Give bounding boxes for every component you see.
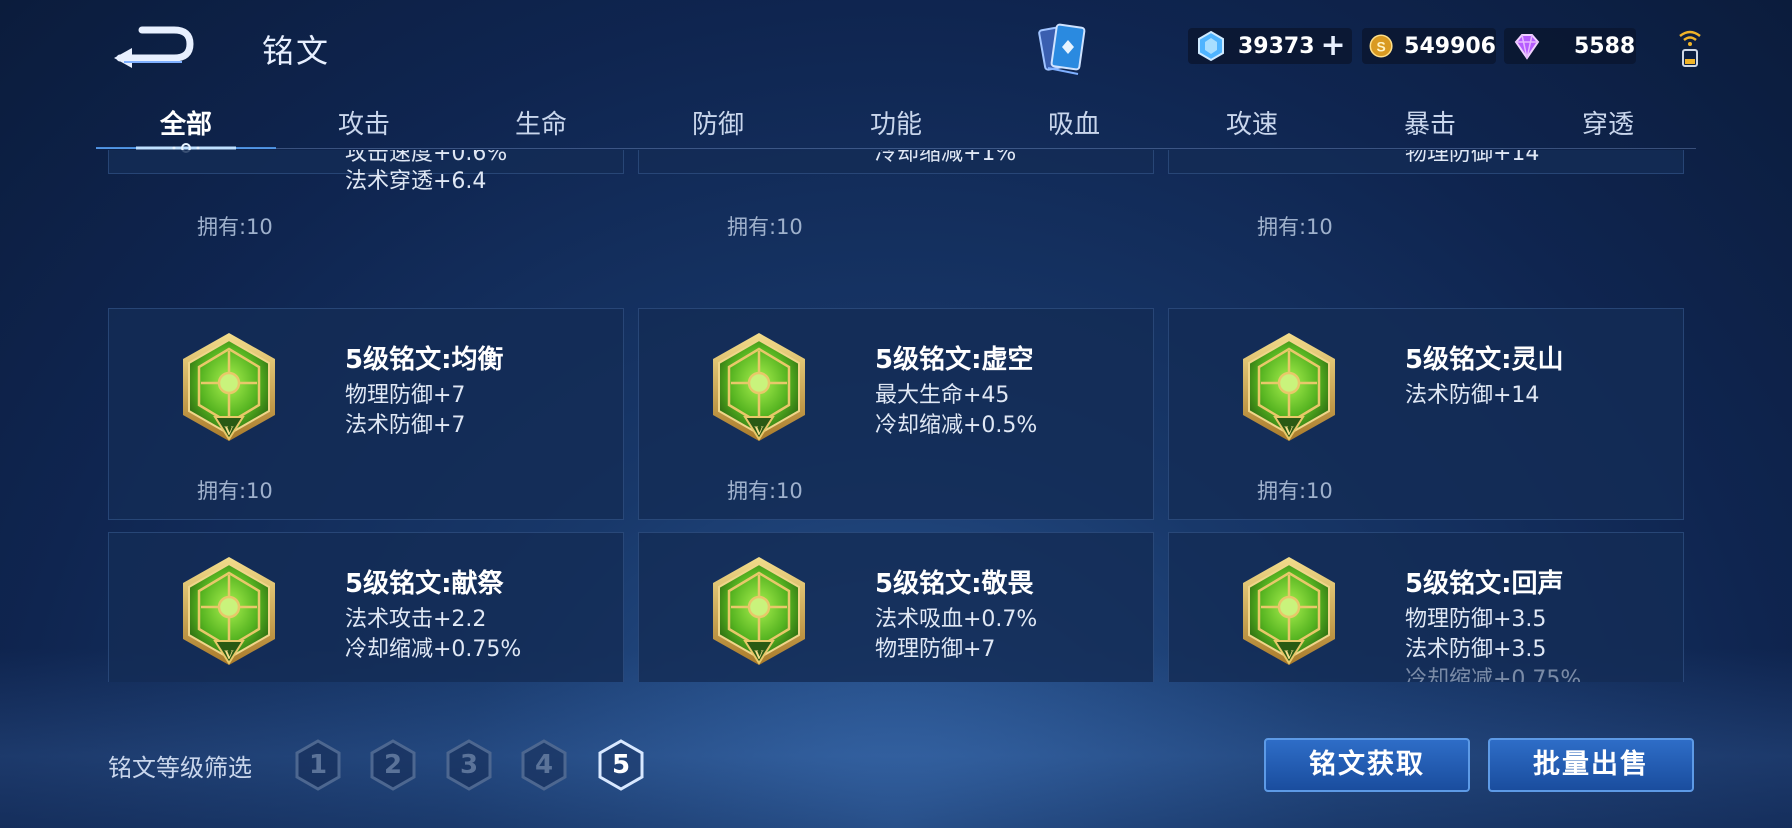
diamond-value: 5588: [1574, 33, 1636, 59]
level-filter-label: 铭文等级筛选: [108, 754, 252, 782]
inscription-card[interactable]: 物理防御+14 拥有:10: [1168, 150, 1684, 239]
level-label: 1: [308, 750, 328, 780]
svg-text:S: S: [1376, 38, 1385, 54]
inscription-card[interactable]: 5级铭文:均衡 物理防御+7 法术防御+7 拥有:10: [108, 308, 624, 520]
gold-counter: S 549906: [1362, 28, 1496, 64]
inscription-stat: 冷却缩减+1%: [875, 150, 1017, 166]
gold-value: 549906: [1404, 33, 1496, 59]
tab-health[interactable]: 生命: [481, 104, 601, 141]
inscription-card[interactable]: 冷却缩减+1% 拥有:10: [638, 150, 1154, 239]
inscription-badge-icon: [181, 555, 277, 667]
inscription-name: 5级铭文:敬畏: [875, 569, 1034, 599]
crystal-counter: 39373 +: [1188, 28, 1352, 64]
diamond-counter: 5588: [1504, 28, 1636, 64]
inscription-card[interactable]: 5级铭文:献祭 法术攻击+2.2 冷却缩减+0.75%: [108, 532, 624, 682]
inscription-stat: 法术防御+7: [345, 413, 466, 438]
inscription-name: 5级铭文:均衡: [345, 345, 504, 375]
inscription-badge-icon: [711, 555, 807, 667]
level-filter-5[interactable]: 5: [594, 738, 648, 792]
page-title: 铭文: [262, 32, 331, 70]
level-label: 5: [611, 750, 631, 780]
inscription-badge-icon: [1241, 555, 1337, 667]
top-bar: 铭文 39373 + S 549906 5588: [0, 0, 1792, 92]
inscription-acquire-button[interactable]: 铭文获取: [1264, 738, 1470, 792]
level-label: 3: [459, 750, 479, 780]
owned-count: 拥有:10: [197, 479, 273, 503]
level-filter-3[interactable]: 3: [442, 738, 496, 792]
inscription-stat: 冷却缩减+0.75%: [345, 637, 522, 662]
level-filter-2[interactable]: 2: [366, 738, 420, 792]
inscription-badge-icon: [711, 331, 807, 443]
inscription-pack-icon[interactable]: [1034, 20, 1092, 78]
tab-defense[interactable]: 防御: [658, 104, 778, 141]
gold-coin-icon: S: [1369, 34, 1393, 58]
inscription-badge-icon: [181, 331, 277, 443]
owned-count: 拥有:10: [727, 215, 803, 239]
tab-attack-speed[interactable]: 攻速: [1192, 104, 1312, 141]
inscription-stat: 法术吸血+0.7%: [875, 607, 1038, 632]
crystal-icon: [1198, 30, 1224, 62]
category-tabs: 全部 攻击 生命 防御 功能 吸血 攻速 暴击 穿透: [96, 96, 1696, 150]
level-filter-4[interactable]: 4: [517, 738, 571, 792]
back-arrow-icon: [114, 26, 194, 68]
inscription-card[interactable]: 5级铭文:灵山 法术防御+14 拥有:10: [1168, 308, 1684, 520]
inscription-stat: 冷却缩减+0.75%: [1405, 667, 1582, 682]
tab-function[interactable]: 功能: [836, 104, 956, 141]
inscription-card[interactable]: 5级铭文:敬畏 法术吸血+0.7% 物理防御+7: [638, 532, 1154, 682]
inscription-name: 5级铭文:灵山: [1405, 345, 1564, 375]
owned-count: 拥有:10: [197, 215, 273, 239]
owned-count: 拥有:10: [727, 479, 803, 503]
tab-lifesteal[interactable]: 吸血: [1014, 104, 1134, 141]
crystal-value: 39373: [1238, 33, 1315, 59]
level-filter-1[interactable]: 1: [291, 738, 345, 792]
owned-count: 拥有:10: [1257, 215, 1333, 239]
inscription-stat: 法术防御+3.5: [1405, 637, 1547, 662]
inscription-list[interactable]: 攻击速度+0.6% 法术穿透+6.4 拥有:10 冷却缩减+1% 拥有:10 物…: [108, 150, 1684, 682]
inscription-stat: 冷却缩减+0.5%: [875, 413, 1038, 438]
inscription-stat: 最大生命+45: [875, 383, 1010, 408]
tab-all[interactable]: 全部: [126, 104, 246, 141]
tab-divider: [96, 148, 1696, 149]
inscription-stat: 物理防御+7: [875, 637, 996, 662]
bulk-sell-button[interactable]: 批量出售: [1488, 738, 1694, 792]
inscription-badge-icon: [1241, 331, 1337, 443]
level-label: 4: [534, 750, 554, 780]
network-status-icon: [1676, 26, 1704, 68]
inscription-name: 5级铭文:虚空: [875, 345, 1034, 375]
inscription-stat: 法术攻击+2.2: [345, 607, 487, 632]
diamond-icon: [1514, 34, 1540, 60]
tab-attack[interactable]: 攻击: [304, 104, 424, 141]
tab-crit[interactable]: 暴击: [1370, 104, 1490, 141]
inscription-stat: 法术防御+14: [1405, 383, 1540, 408]
inscription-stat: 法术穿透+6.4: [345, 169, 487, 194]
inscription-name: 5级铭文:献祭: [345, 569, 504, 599]
level-label: 2: [383, 750, 403, 780]
inscription-card[interactable]: 5级铭文:虚空 最大生命+45 冷却缩减+0.5% 拥有:10: [638, 308, 1154, 520]
inscription-name: 5级铭文:回声: [1405, 569, 1564, 599]
inscription-card[interactable]: 5级铭文:回声 物理防御+3.5 法术防御+3.5 冷却缩减+0.75%: [1168, 532, 1684, 682]
owned-count: 拥有:10: [1257, 479, 1333, 503]
inscription-stat: 物理防御+14: [1405, 150, 1540, 166]
inscription-stat: 物理防御+7: [345, 383, 466, 408]
add-crystal-button[interactable]: +: [1321, 31, 1346, 61]
back-button[interactable]: [112, 22, 194, 68]
tab-penetration[interactable]: 穿透: [1548, 104, 1668, 141]
inscription-stat: 物理防御+3.5: [1405, 607, 1547, 632]
inscription-card[interactable]: 攻击速度+0.6% 法术穿透+6.4 拥有:10: [108, 150, 624, 239]
